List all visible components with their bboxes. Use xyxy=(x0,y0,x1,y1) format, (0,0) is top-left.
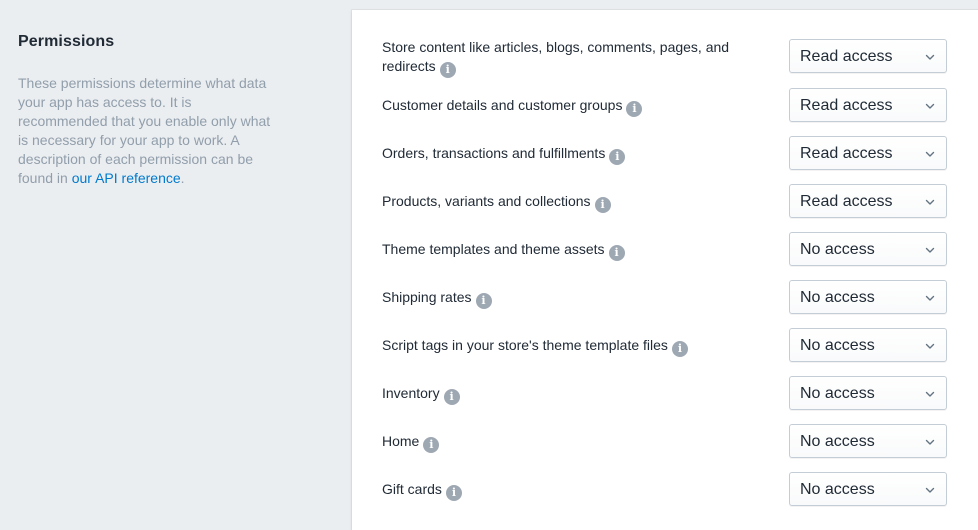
info-icon[interactable]: i xyxy=(445,485,462,501)
info-icon[interactable]: i xyxy=(443,389,460,405)
api-reference-link[interactable]: our API reference xyxy=(72,170,181,186)
permission-select[interactable]: Read access xyxy=(789,88,947,122)
permission-select-value: Read access xyxy=(800,48,893,65)
permission-select[interactable]: No access xyxy=(789,328,947,362)
permission-select[interactable]: No access xyxy=(789,424,947,458)
description-line: description of each permission can be xyxy=(18,151,254,167)
info-icon[interactable]: i xyxy=(609,149,626,165)
permission-label-text: Products, variants and collections xyxy=(382,193,591,209)
permissions-section-intro: Permissions These permissions determine … xyxy=(18,33,300,188)
permission-label-line: Store content like articles, blogs, comm… xyxy=(382,39,730,55)
permission-select-value: Read access xyxy=(800,193,893,210)
description-suffix: . xyxy=(180,170,185,186)
permission-select-value: No access xyxy=(800,385,875,402)
info-icon[interactable]: i xyxy=(423,437,440,453)
info-icon[interactable]: i xyxy=(475,293,492,309)
description-line: recommended that you enable only what xyxy=(18,113,271,129)
permission-label: Store content like articles, blogs, comm… xyxy=(382,38,762,78)
chevron-down-icon xyxy=(925,151,935,157)
permission-select[interactable]: Read access xyxy=(789,136,947,170)
chevron-down-icon xyxy=(925,487,935,493)
chevron-down-icon xyxy=(925,103,935,109)
permission-label: Customer details and customer groups i xyxy=(382,96,762,117)
permission-select-value: No access xyxy=(800,289,875,306)
chevron-down-icon xyxy=(925,391,935,397)
permission-label-text: Script tags in your store's theme templa… xyxy=(382,337,668,353)
permission-select-value: No access xyxy=(800,433,875,450)
description-line: found in xyxy=(18,170,72,186)
permission-select-value: No access xyxy=(800,337,875,354)
permission-label: Script tags in your store's theme templa… xyxy=(382,336,762,357)
permission-label-text: Home xyxy=(382,433,420,449)
permission-label: Theme templates and theme assets i xyxy=(382,240,762,261)
chevron-down-icon xyxy=(925,295,935,301)
permission-select[interactable]: No access xyxy=(789,472,947,506)
permission-label-text: Orders, transactions and fulfillments xyxy=(382,145,606,161)
permission-select-value: No access xyxy=(800,481,875,498)
info-icon[interactable]: i xyxy=(439,62,456,78)
permission-label-text: Inventory xyxy=(382,385,440,401)
info-icon[interactable]: i xyxy=(594,197,611,213)
chevron-down-icon xyxy=(925,247,935,253)
info-icon[interactable]: i xyxy=(608,245,625,261)
section-title: Permissions xyxy=(18,33,115,50)
permission-select[interactable]: No access xyxy=(789,376,947,410)
permission-label: Shipping rates i xyxy=(382,288,762,309)
permission-label: Gift cards i xyxy=(382,480,762,501)
info-icon[interactable]: i xyxy=(671,341,688,357)
info-icon[interactable]: i xyxy=(626,101,643,117)
description-line: is necessary for your app to work. A xyxy=(18,132,240,148)
permission-label: Inventory i xyxy=(382,384,762,405)
permissions-card: Store content like articles, blogs, comm… xyxy=(352,10,978,530)
permission-select-value: Read access xyxy=(800,145,893,162)
permission-select-value: Read access xyxy=(800,97,893,114)
permission-label-text: Theme templates and theme assets xyxy=(382,241,605,257)
description-line: These permissions determine what data xyxy=(18,75,267,91)
chevron-down-icon xyxy=(925,343,935,349)
chevron-down-icon xyxy=(925,54,935,60)
permission-label-line: redirects xyxy=(382,58,436,74)
permission-label: Home i xyxy=(382,432,762,453)
permission-label-text: Shipping rates xyxy=(382,289,472,305)
permission-label: Orders, transactions and fulfillments i xyxy=(382,144,762,165)
permission-label: Products, variants and collections i xyxy=(382,192,762,213)
permission-select[interactable]: No access xyxy=(789,232,947,266)
description-line: your app has access to. It is xyxy=(18,94,192,110)
permission-select[interactable]: Read access xyxy=(789,39,947,73)
permission-label-text: Gift cards xyxy=(382,481,442,497)
section-description: These permissions determine what data yo… xyxy=(18,74,300,188)
permission-select[interactable]: No access xyxy=(789,280,947,314)
chevron-down-icon xyxy=(925,439,935,445)
chevron-down-icon xyxy=(925,199,935,205)
permission-select[interactable]: Read access xyxy=(789,184,947,218)
permission-select-value: No access xyxy=(800,241,875,258)
permission-label-text: Customer details and customer groups xyxy=(382,97,623,113)
